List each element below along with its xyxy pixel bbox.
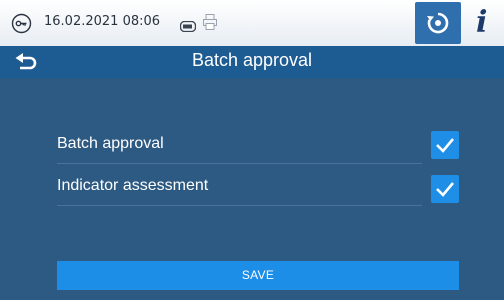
status-datetime: 16.02.2021 08:06 (44, 14, 161, 29)
save-button[interactable]: SAVE (57, 261, 459, 290)
option-label: Indicator assessment (57, 177, 209, 194)
page-header: Batch approval (0, 46, 504, 78)
option-label: Batch approval (57, 135, 164, 152)
indicator-assessment-checkbox[interactable] (431, 175, 459, 203)
printer-icon (203, 14, 217, 30)
option-row-indicator-assessment[interactable]: Indicator assessment (57, 171, 422, 206)
info-icon: i (476, 5, 488, 40)
checkmark-icon (436, 182, 454, 197)
key-icon (11, 13, 32, 34)
info-button[interactable]: i (462, 2, 504, 44)
page-title: Batch approval (191, 50, 313, 70)
checkmark-icon (436, 138, 454, 153)
card-icon (179, 17, 197, 33)
program-button[interactable] (415, 2, 461, 44)
status-bar: 16.02.2021 08:06 i (0, 0, 504, 46)
cycle-icon (427, 12, 449, 34)
batch-approval-checkbox[interactable] (431, 131, 459, 159)
option-row-batch-approval[interactable]: Batch approval (57, 129, 422, 164)
